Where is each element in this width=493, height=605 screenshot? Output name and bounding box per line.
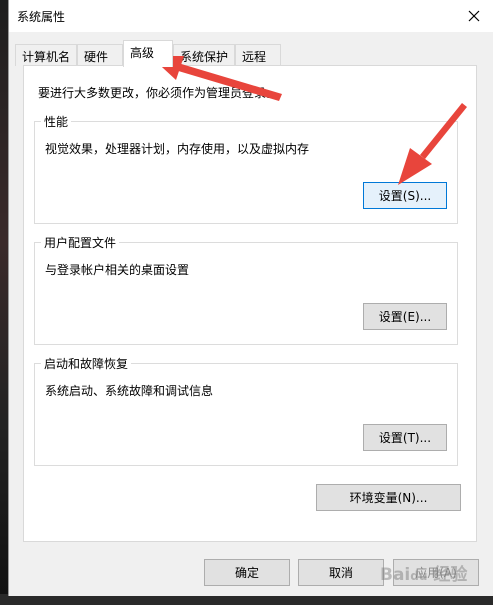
tab-hardware[interactable]: 硬件 [77, 44, 123, 66]
startup-recovery-group: 启动和故障恢复 系统启动、系统故障和调试信息 设置(T)... [34, 355, 458, 466]
user-profiles-group-title: 用户配置文件 [41, 234, 120, 251]
tab-system-protection[interactable]: 系统保护 [173, 44, 235, 66]
tab-remote[interactable]: 远程 [235, 44, 281, 66]
admin-notice: 要进行大多数更改，你必须作为管理员登录。 [38, 86, 279, 100]
tab-computer-name[interactable]: 计算机名 [15, 44, 77, 66]
performance-settings-button[interactable]: 设置(S)... [363, 182, 447, 209]
advanced-tab-panel: 要进行大多数更改，你必须作为管理员登录。 性能 视觉效果，处理器计划，内存使用，… [23, 65, 477, 542]
close-button[interactable] [460, 3, 488, 29]
user-profiles-description: 与登录帐户相关的桌面设置 [45, 263, 190, 277]
ok-button[interactable]: 确定 [204, 559, 290, 586]
user-profiles-group: 用户配置文件 与登录帐户相关的桌面设置 设置(E)... [34, 234, 458, 345]
title-bar: 系统属性 [9, 0, 493, 32]
close-icon [468, 10, 480, 22]
user-profiles-settings-button[interactable]: 设置(E)... [363, 303, 447, 330]
cancel-button[interactable]: 取消 [298, 559, 384, 586]
tab-advanced[interactable]: 高级 [123, 40, 173, 67]
performance-group: 性能 视觉效果，处理器计划，内存使用，以及虚拟内存 设置(S)... [34, 113, 458, 224]
startup-recovery-settings-button[interactable]: 设置(T)... [363, 424, 447, 451]
system-properties-dialog: 系统属性 计算机名 硬件 高级 系统保护 远程 要进行大多数更改，你必须作为管理… [8, 0, 493, 596]
desktop-background-strip [0, 0, 8, 605]
startup-recovery-group-title: 启动和故障恢复 [41, 355, 132, 372]
apply-button[interactable]: 应用(A) [393, 559, 479, 586]
window-title: 系统属性 [17, 10, 66, 24]
performance-group-title: 性能 [41, 113, 72, 130]
startup-recovery-description: 系统启动、系统故障和调试信息 [45, 384, 214, 398]
performance-description: 视觉效果，处理器计划，内存使用，以及虚拟内存 [45, 142, 310, 156]
environment-variables-button[interactable]: 环境变量(N)... [316, 484, 461, 511]
